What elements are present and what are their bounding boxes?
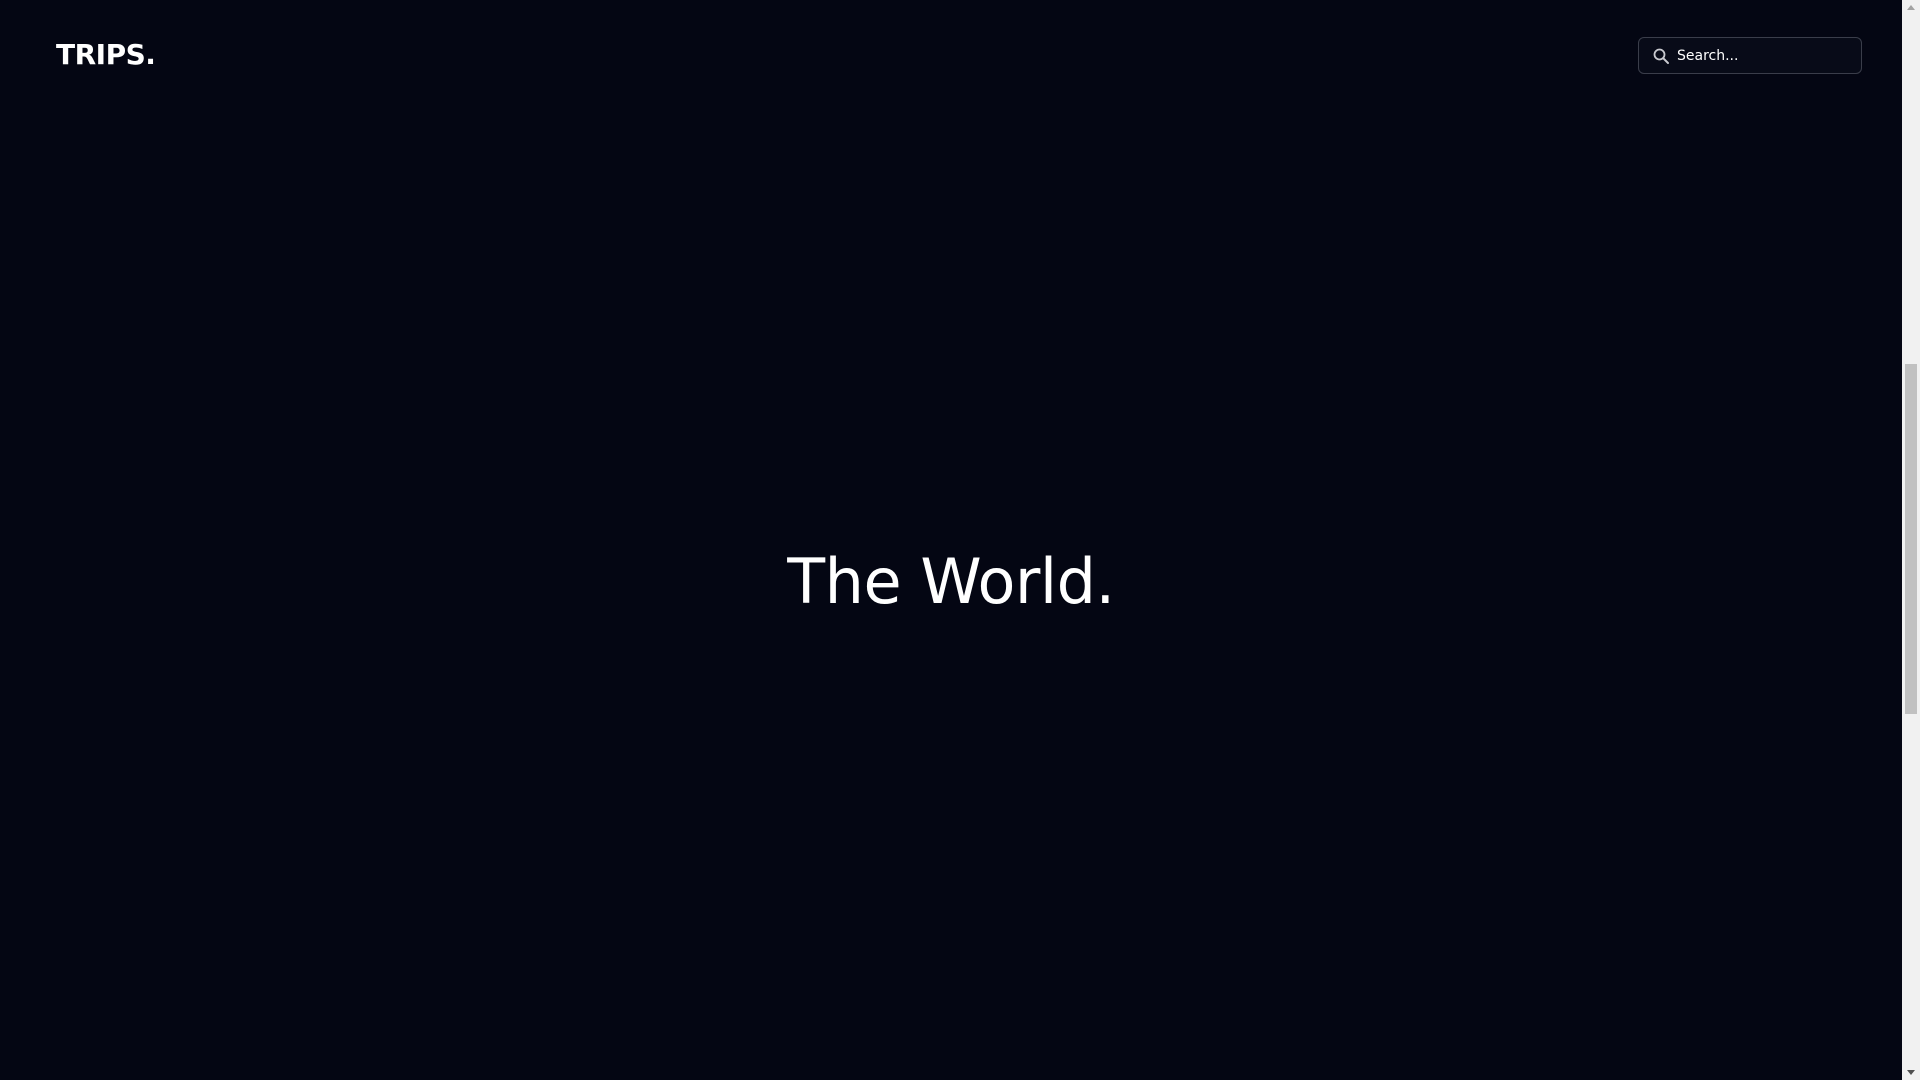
brand-logo[interactable]: TRIPS. <box>56 38 156 72</box>
vertical-scrollbar[interactable] <box>1902 0 1920 1080</box>
search-box[interactable] <box>1638 37 1862 74</box>
hero-title: The World. <box>787 544 1115 618</box>
scroll-up-arrow-icon[interactable] <box>1907 5 1915 10</box>
scroll-down-arrow-icon[interactable] <box>1907 1070 1915 1075</box>
search-input[interactable] <box>1677 38 1853 73</box>
page: TRIPS. The World. <box>0 0 1902 1080</box>
search-icon <box>1652 47 1670 65</box>
scrollbar-thumb[interactable] <box>1905 364 1917 714</box>
